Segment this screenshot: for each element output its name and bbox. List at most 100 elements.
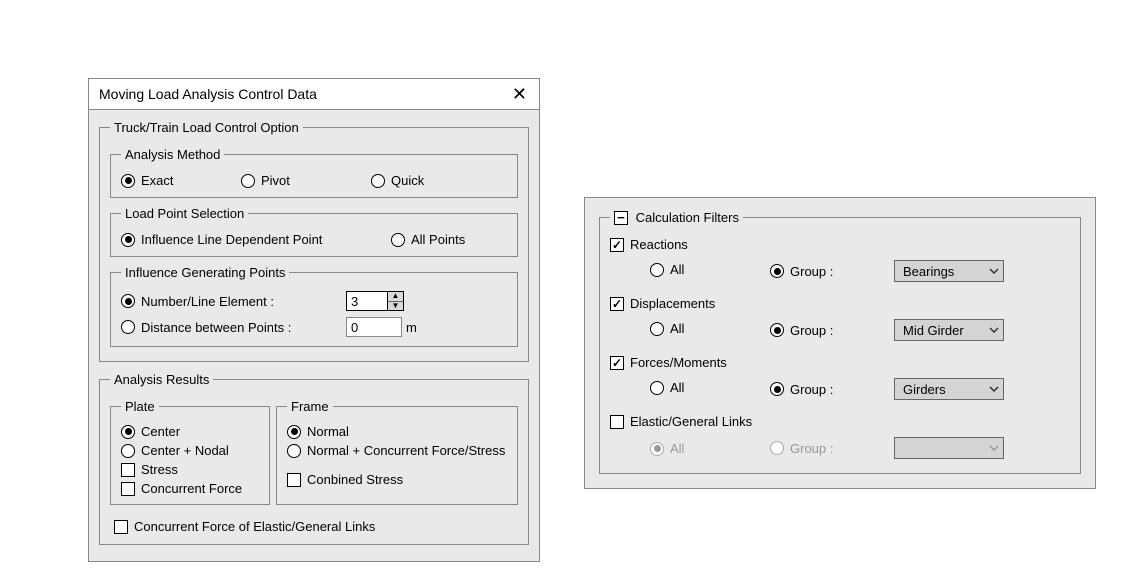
radio-distance-label: Distance between Points :: [141, 320, 291, 335]
checkbox-icon: [121, 463, 135, 477]
check-displacements[interactable]: Displacements: [610, 296, 715, 311]
radio-all-points-label: All Points: [411, 232, 465, 247]
chevron-down-icon: [989, 327, 999, 333]
radio-icon: [650, 322, 664, 336]
select-reactions-group[interactable]: Bearings: [894, 260, 1004, 282]
distance-unit: m: [406, 320, 417, 335]
radio-ildp[interactable]: Influence Line Dependent Point: [121, 232, 391, 247]
select-forces-group[interactable]: Girders: [894, 378, 1004, 400]
expand-collapse-icon[interactable]: −: [614, 211, 628, 225]
radio-elastic-links-all: All: [650, 441, 684, 456]
checkbox-icon: [114, 520, 128, 534]
dialog-title: Moving Load Analysis Control Data: [99, 86, 317, 102]
radio-reactions-all-label: All: [670, 262, 684, 277]
select-displacements-group[interactable]: Mid Girder: [894, 319, 1004, 341]
check-plate-stress[interactable]: Stress: [121, 462, 259, 477]
radio-icon: [770, 323, 784, 337]
radio-number-line-element[interactable]: Number/Line Element :: [121, 294, 346, 309]
radio-forces-group-label: Group :: [790, 382, 833, 397]
checkbox-icon: [610, 356, 624, 370]
fieldset-load-point-selection: Load Point Selection Influence Line Depe…: [110, 206, 518, 257]
check-frame-combined-stress[interactable]: Conbined Stress: [287, 472, 507, 487]
legend-truck-train: Truck/Train Load Control Option: [110, 120, 303, 135]
radio-plate-center[interactable]: Center: [121, 424, 259, 439]
radio-icon: [287, 444, 301, 458]
radio-elastic-links-all-label: All: [670, 441, 684, 456]
select-displacements-value: Mid Girder: [903, 323, 964, 338]
radio-all-points[interactable]: All Points: [391, 232, 465, 247]
check-plate-concurrent-force-label: Concurrent Force: [141, 481, 242, 496]
radio-exact[interactable]: Exact: [121, 173, 241, 188]
radio-icon: [121, 233, 135, 247]
radio-icon: [371, 174, 385, 188]
radio-forces-all[interactable]: All: [650, 380, 684, 395]
calculation-filters-label: Calculation Filters: [636, 210, 739, 225]
radio-plate-center-nodal[interactable]: Center + Nodal: [121, 443, 259, 458]
checkbox-icon: [287, 473, 301, 487]
fieldset-frame: Frame Normal Normal + Concurrent Force/S…: [276, 399, 518, 505]
check-reactions-label: Reactions: [630, 237, 688, 252]
check-forces-moments-label: Forces/Moments: [630, 355, 727, 370]
radio-icon: [770, 382, 784, 396]
fieldset-analysis-method: Analysis Method Exact Pivot Quick: [110, 147, 518, 198]
check-reactions[interactable]: Reactions: [610, 237, 688, 252]
radio-frame-normal-concurrent[interactable]: Normal + Concurrent Force/Stress: [287, 443, 507, 458]
check-forces-moments[interactable]: Forces/Moments: [610, 355, 727, 370]
close-icon[interactable]: ✕: [510, 85, 529, 103]
legend-calculation-filters: − Calculation Filters: [610, 210, 743, 225]
radio-plate-center-nodal-label: Center + Nodal: [141, 443, 229, 458]
radio-pivot[interactable]: Pivot: [241, 173, 371, 188]
radio-icon: [241, 174, 255, 188]
check-frame-combined-stress-label: Conbined Stress: [307, 472, 403, 487]
select-forces-value: Girders: [903, 382, 946, 397]
check-concurrent-force-links-label: Concurrent Force of Elastic/General Link…: [134, 519, 375, 534]
fieldset-influence-generating-points: Influence Generating Points Number/Line …: [110, 265, 518, 347]
radio-ildp-label: Influence Line Dependent Point: [141, 232, 322, 247]
checkbox-icon: [610, 415, 624, 429]
radio-reactions-group-label: Group :: [790, 264, 833, 279]
radio-number-label: Number/Line Element :: [141, 294, 274, 309]
radio-forces-group[interactable]: Group :: [770, 382, 833, 397]
number-line-element-input[interactable]: ▲ ▼: [346, 291, 404, 311]
chevron-down-icon: [989, 386, 999, 392]
radio-distance-between-points[interactable]: Distance between Points :: [121, 320, 346, 335]
radio-icon: [121, 320, 135, 334]
distance-between-points-field[interactable]: [346, 317, 402, 337]
spinner-down-icon[interactable]: ▼: [388, 302, 403, 311]
radio-quick[interactable]: Quick: [371, 173, 424, 188]
radio-reactions-all[interactable]: All: [650, 262, 684, 277]
number-line-element-field[interactable]: [347, 292, 387, 310]
radio-elastic-links-group: Group :: [770, 441, 833, 456]
radio-icon: [121, 425, 135, 439]
radio-displacements-all[interactable]: All: [650, 321, 684, 336]
radio-icon: [770, 441, 784, 455]
radio-reactions-group[interactable]: Group :: [770, 264, 833, 279]
radio-displacements-group-label: Group :: [790, 323, 833, 338]
legend-igp: Influence Generating Points: [121, 265, 289, 280]
select-elastic-links-group: [894, 437, 1004, 459]
radio-frame-normal[interactable]: Normal: [287, 424, 507, 439]
radio-icon: [391, 233, 405, 247]
check-plate-stress-label: Stress: [141, 462, 178, 477]
dialog-titlebar: Moving Load Analysis Control Data ✕: [89, 79, 539, 110]
checkbox-icon: [610, 297, 624, 311]
radio-frame-normal-concurrent-label: Normal + Concurrent Force/Stress: [307, 443, 505, 458]
check-plate-concurrent-force[interactable]: Concurrent Force: [121, 481, 259, 496]
radio-icon: [650, 442, 664, 456]
spinner-control: ▲ ▼: [387, 292, 403, 310]
check-elastic-general-links[interactable]: Elastic/General Links: [610, 414, 752, 429]
radio-pivot-label: Pivot: [261, 173, 290, 188]
checkbox-icon: [121, 482, 135, 496]
radio-frame-normal-label: Normal: [307, 424, 349, 439]
legend-plate: Plate: [121, 399, 159, 414]
check-displacements-label: Displacements: [630, 296, 715, 311]
radio-icon: [770, 264, 784, 278]
chevron-down-icon: [989, 445, 999, 451]
check-concurrent-force-links[interactable]: Concurrent Force of Elastic/General Link…: [114, 519, 375, 534]
legend-analysis-method: Analysis Method: [121, 147, 224, 162]
radio-quick-label: Quick: [391, 173, 424, 188]
radio-plate-center-label: Center: [141, 424, 180, 439]
fieldset-truck-train: Truck/Train Load Control Option Analysis…: [99, 120, 529, 362]
fieldset-plate: Plate Center Center + Nodal Stress: [110, 399, 270, 505]
radio-displacements-group[interactable]: Group :: [770, 323, 833, 338]
